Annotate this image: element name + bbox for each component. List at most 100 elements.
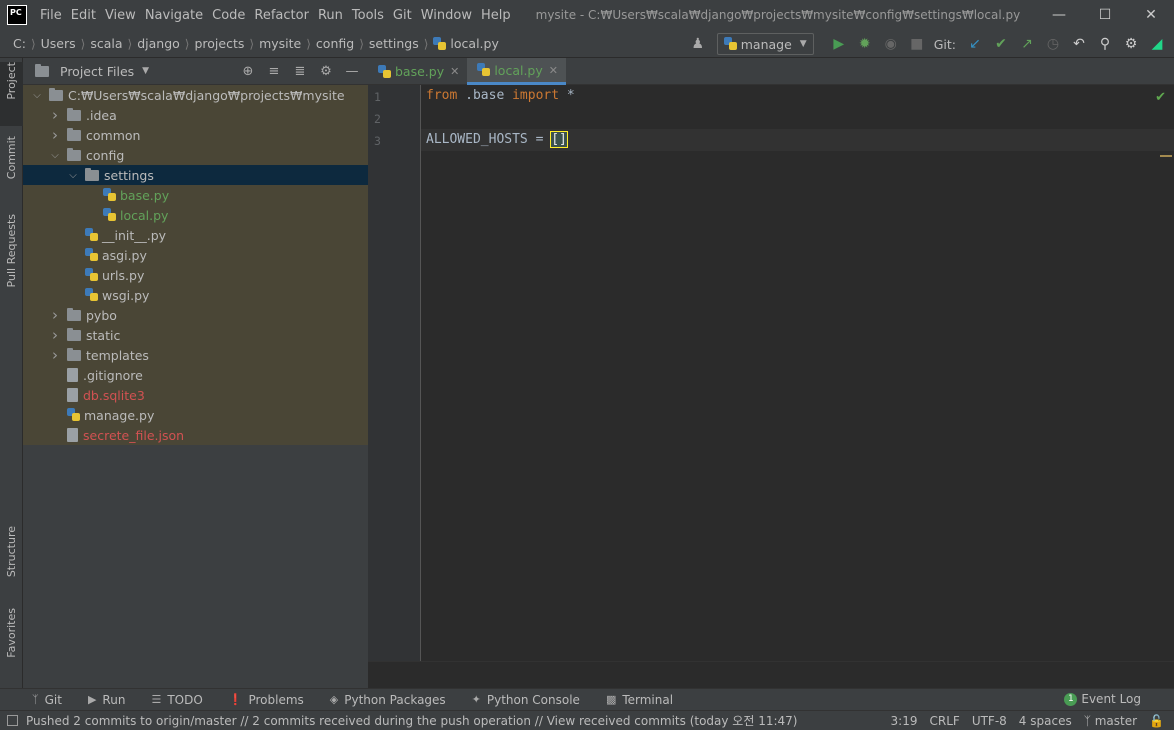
tab-local-py[interactable]: local.py ✕ — [467, 58, 566, 85]
git-push-icon[interactable]: ↗ — [1016, 33, 1038, 55]
chevron-down-icon[interactable]: ⌵ — [49, 150, 61, 161]
chevron-right-icon[interactable]: › — [49, 306, 61, 324]
structure-tool-button[interactable]: Structure — [0, 526, 23, 592]
tree-item-idea[interactable]: › .idea — [23, 105, 368, 125]
hide-panel-icon[interactable]: — — [342, 61, 362, 81]
close-icon[interactable]: ✕ — [450, 65, 459, 78]
coverage-icon[interactable]: ◉ — [880, 33, 902, 55]
code-editor[interactable]: from .base import * ALLOWED_HOSTS = [] ✔ — [421, 85, 1174, 661]
git-commit-icon[interactable]: ✔ — [990, 33, 1012, 55]
project-view-select[interactable]: Project Files — [60, 64, 134, 79]
menu-window[interactable]: Window — [417, 8, 476, 23]
git-tool-button[interactable]: ᛉ Git — [32, 693, 62, 707]
tree-item-urls-py[interactable]: urls.py — [23, 265, 368, 285]
tree-item-label: .gitignore — [83, 367, 143, 383]
chevron-right-icon[interactable]: › — [49, 126, 61, 144]
terminal-tool-button[interactable]: ▩ Terminal — [606, 693, 673, 707]
gear-icon[interactable]: ⚙ — [316, 61, 336, 81]
inspection-ok-icon[interactable]: ✔ — [1155, 90, 1166, 105]
menu-tools[interactable]: Tools — [348, 8, 388, 23]
close-window-button[interactable]: ✕ — [1128, 0, 1174, 30]
python-packages-tool-button[interactable]: ◈ Python Packages — [330, 693, 446, 707]
minimize-button[interactable]: — — [1036, 0, 1082, 30]
breadcrumb-item[interactable]: config — [316, 36, 354, 51]
user-icon[interactable]: ♟ — [687, 33, 709, 55]
tree-item-settings[interactable]: ⌵ settings — [23, 165, 368, 185]
menu-code[interactable]: Code — [208, 8, 249, 23]
menu-navigate[interactable]: Navigate — [141, 8, 207, 23]
chevron-right-icon: ⟩ — [184, 36, 190, 51]
breadcrumb-item[interactable]: scala — [90, 36, 122, 51]
chevron-right-icon[interactable]: › — [49, 346, 61, 364]
event-log-button[interactable]: 1 Event Log — [1064, 692, 1141, 706]
tree-item-init-py[interactable]: __init__.py — [23, 225, 368, 245]
tree-item-static[interactable]: › static — [23, 325, 368, 345]
problems-tool-button[interactable]: ❗ Problems — [229, 693, 304, 707]
search-icon[interactable]: ⚲ — [1094, 33, 1116, 55]
tree-item-db-sqlite3[interactable]: db.sqlite3 — [23, 385, 368, 405]
todo-tool-button[interactable]: ☰ TODO — [151, 693, 202, 707]
scrollbar-marker[interactable] — [1160, 155, 1172, 157]
commit-tool-button[interactable]: Commit — [0, 136, 23, 198]
lock-icon[interactable]: 🔓 — [1149, 714, 1164, 728]
file-encoding[interactable]: UTF-8 — [972, 714, 1007, 728]
rollback-icon[interactable]: ↶ — [1068, 33, 1090, 55]
status-message[interactable]: Pushed 2 commits to origin/master // 2 c… — [26, 712, 797, 729]
tree-item-c-users-scala-django-projects-mysite[interactable]: ⌵ C:₩Users₩scala₩django₩projects₩mysite — [23, 85, 368, 105]
menu-git[interactable]: Git — [389, 8, 416, 23]
run-icon[interactable]: ▶ — [828, 33, 850, 55]
breadcrumb-item-current[interactable]: local.py — [450, 36, 498, 51]
tree-item-manage-py[interactable]: manage.py — [23, 405, 368, 425]
breadcrumb-item[interactable]: mysite — [259, 36, 301, 51]
breadcrumb-item[interactable]: C: — [13, 36, 26, 51]
close-icon[interactable]: ✕ — [549, 64, 558, 77]
settings-gear-icon[interactable]: ⚙ — [1120, 33, 1142, 55]
tab-base-py[interactable]: base.py ✕ — [368, 58, 467, 85]
debug-icon[interactable]: ✹ — [854, 33, 876, 55]
tree-item-secrete-file-json[interactable]: secrete_file.json — [23, 425, 368, 445]
menu-run[interactable]: Run — [314, 8, 347, 23]
chevron-right-icon[interactable]: › — [49, 326, 61, 344]
tree-item-gitignore[interactable]: .gitignore — [23, 365, 368, 385]
tree-item-common[interactable]: › common — [23, 125, 368, 145]
menu-view[interactable]: View — [101, 8, 140, 23]
menu-file[interactable]: File — [36, 8, 66, 23]
menu-refactor[interactable]: Refactor — [250, 8, 313, 23]
favorites-tool-button[interactable]: Favorites — [0, 608, 23, 678]
chevron-right-icon[interactable]: › — [49, 106, 61, 124]
expand-all-icon[interactable]: ≡ — [264, 61, 284, 81]
git-update-icon[interactable]: ↙ — [964, 33, 986, 55]
breadcrumb-item[interactable]: Users — [41, 36, 76, 51]
breadcrumb-item[interactable]: django — [137, 36, 180, 51]
run-tool-button[interactable]: ▶ Run — [88, 693, 125, 707]
tree-item-wsgi-py[interactable]: wsgi.py — [23, 285, 368, 305]
maximize-button[interactable]: ☐ — [1082, 0, 1128, 30]
tree-item-asgi-py[interactable]: asgi.py — [23, 245, 368, 265]
tree-item-local-py[interactable]: local.py — [23, 205, 368, 225]
menu-edit[interactable]: Edit — [67, 8, 100, 23]
tree-item-base-py[interactable]: base.py — [23, 185, 368, 205]
indent-setting[interactable]: 4 spaces — [1019, 714, 1072, 728]
tree-item-templates[interactable]: › templates — [23, 345, 368, 365]
history-icon[interactable]: ◷ — [1042, 33, 1064, 55]
python-console-tool-button[interactable]: ✦ Python Console — [472, 693, 580, 707]
stop-icon[interactable]: ■ — [906, 33, 928, 55]
chevron-down-icon[interactable]: ⌵ — [31, 90, 43, 101]
breadcrumb-item[interactable]: settings — [369, 36, 419, 51]
git-branch-widget[interactable]: ᛉ master — [1084, 714, 1137, 728]
menu-help[interactable]: Help — [477, 8, 515, 23]
pull-requests-tool-button[interactable]: Pull Requests — [0, 214, 23, 304]
chevron-down-icon[interactable]: ▼ — [142, 66, 149, 76]
tree-item-pybo[interactable]: › pybo — [23, 305, 368, 325]
caret-position[interactable]: 3:19 — [891, 714, 918, 728]
project-tool-button[interactable]: Project — [0, 62, 23, 126]
jetbrains-toolbox-icon[interactable]: ◢ — [1146, 33, 1168, 55]
chevron-down-icon[interactable]: ⌵ — [67, 170, 79, 181]
line-separator[interactable]: CRLF — [930, 714, 960, 728]
locate-file-icon[interactable]: ⊕ — [238, 61, 258, 81]
collapse-all-icon[interactable]: ≣ — [290, 61, 310, 81]
breadcrumb-item[interactable]: projects — [194, 36, 244, 51]
toggle-tool-windows-icon[interactable] — [7, 715, 18, 726]
tree-item-config[interactable]: ⌵ config — [23, 145, 368, 165]
run-configuration-select[interactable]: manage ▼ — [716, 33, 814, 55]
